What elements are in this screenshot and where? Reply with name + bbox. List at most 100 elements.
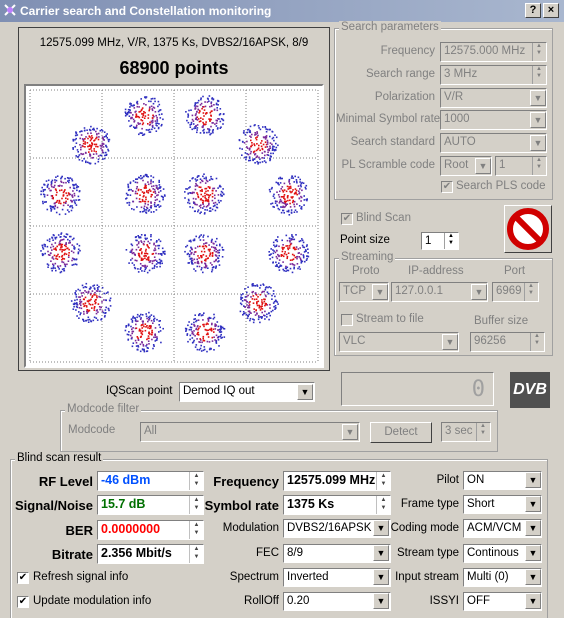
constellation-cluster [268, 234, 310, 274]
blind-scan-result-title: Blind scan result [15, 452, 104, 464]
result-frequency-label: Frequency [213, 474, 279, 489]
scope-info: 12575.099 MHz, V/R, 1375 Ks, DVBS2/16APS… [39, 37, 309, 49]
port-label: Port [504, 265, 526, 277]
constellation-cluster [125, 234, 166, 274]
spectrum-dropdown-icon[interactable]: ▼ [373, 569, 389, 585]
scope-panel: 12575.099 MHz, V/R, 1375 Ks, DVBS2/16APS… [18, 27, 330, 371]
buffer-size-label: Buffer size [474, 315, 529, 327]
constellation-cluster [72, 125, 111, 165]
points-count: 68900 points [119, 58, 229, 78]
constellation-canvas [29, 89, 319, 363]
symbol-rate-value: 1375 Ks [283, 495, 391, 515]
counter-value: 0 [471, 377, 485, 402]
bitrate-value: 2.356 Mbit/s [97, 544, 204, 564]
rolloff-label: RollOff [244, 595, 279, 607]
point-size-label: Point size [340, 234, 390, 246]
modcode-label: Modcode [68, 424, 116, 436]
constellation-cluster [238, 124, 279, 165]
detect-button[interactable]: Detect [370, 422, 432, 443]
ip-dropdown-icon[interactable]: ▼ [471, 284, 487, 300]
app-icon [4, 4, 16, 16]
refresh-signal-label: Refresh signal info [33, 571, 129, 583]
constellation-cluster [239, 283, 279, 324]
spectrum-label: Spectrum [229, 571, 279, 583]
constellation-cluster [70, 282, 112, 323]
search-standard-label: Search standard [350, 136, 435, 148]
frame-type-label: Frame type [400, 498, 459, 510]
constellation-cluster [40, 175, 81, 216]
issyi-label: ISSYI [429, 595, 459, 607]
blind-scan-checkbox[interactable]: ✔ [341, 213, 353, 225]
iq-scan-point-select[interactable]: Demod IQ out [179, 382, 315, 402]
constellation-cluster [124, 311, 164, 353]
point-size-spinner[interactable]: ▲ ▼ [444, 233, 457, 249]
stream-type-dropdown-icon[interactable]: ▼ [525, 545, 541, 561]
search-range-input[interactable]: 3 MHz [440, 65, 547, 85]
ber-spinner[interactable]: ▲ ▼ [189, 521, 203, 539]
stream-to-file-checkbox[interactable] [341, 314, 353, 326]
constellation-cluster [184, 234, 225, 274]
fec-label: FEC [256, 547, 279, 559]
search-standard-dropdown-icon[interactable]: ▼ [530, 135, 546, 151]
ber-label: BER [65, 523, 93, 538]
update-modulation-checkbox[interactable]: ✔ [17, 596, 29, 608]
modcode-select[interactable]: All [140, 422, 360, 442]
blind-scan-label: Blind Scan [356, 212, 411, 224]
result-frequency-spinner[interactable]: ▲ ▼ [376, 472, 390, 490]
search-range-label: Search range [365, 68, 435, 80]
symbol-rate-label: Symbol rate [204, 498, 279, 513]
port-spinner[interactable]: ▲ ▼ [524, 283, 537, 301]
coding-mode-label: Coding mode [390, 522, 459, 534]
constellation-cluster [40, 232, 81, 274]
buffer-size-spinner[interactable]: ▲ ▼ [530, 333, 543, 351]
pl-scramble-spinner[interactable]: ▲ ▼ [532, 157, 545, 175]
pilot-dropdown-icon[interactable]: ▼ [525, 472, 541, 488]
title-bar: Carrier search and Constellation monitor… [0, 0, 564, 22]
refresh-signal-checkbox[interactable]: ✔ [17, 572, 29, 584]
symbol-rate-spinner[interactable]: ▲ ▼ [376, 496, 390, 514]
issyi-dropdown-icon[interactable]: ▼ [525, 593, 541, 609]
constellation-cluster [185, 95, 225, 136]
input-stream-label: Input stream [395, 571, 459, 583]
streaming-title: Streaming [339, 251, 396, 263]
frequency-input[interactable]: 12575.000 MHz [440, 42, 547, 62]
bitrate-spinner[interactable]: ▲ ▼ [189, 545, 203, 563]
rf-level-value: -46 dBm [97, 471, 204, 491]
search-range-spinner[interactable]: ▲ ▼ [532, 66, 545, 84]
player-dropdown-icon[interactable]: ▼ [442, 334, 458, 350]
player-select[interactable]: VLC [339, 332, 459, 352]
signal-noise-value: 15.7 dB [97, 495, 204, 515]
proto-dropdown-icon[interactable]: ▼ [372, 284, 388, 300]
rolloff-dropdown-icon[interactable]: ▼ [373, 593, 389, 609]
modulation-dropdown-icon[interactable]: ▼ [373, 520, 389, 536]
detect-interval-spinner[interactable]: ▲ ▼ [476, 423, 489, 441]
constellation-cluster [184, 312, 226, 353]
help-button[interactable]: ? [525, 3, 541, 18]
rf-level-spinner[interactable]: ▲ ▼ [189, 472, 203, 490]
stop-icon [507, 208, 549, 250]
frame-type-dropdown-icon[interactable]: ▼ [525, 496, 541, 512]
close-button[interactable]: × [543, 3, 559, 18]
frequency-spinner[interactable]: ▲ ▼ [532, 43, 545, 61]
ip-address-label: IP-address [408, 265, 464, 277]
pl-scramble-label: PL Scramble code [341, 159, 435, 171]
polarization-label: Polarization [374, 91, 435, 103]
update-modulation-label: Update modulation info [33, 595, 152, 607]
iq-scan-point-label: IQScan point [106, 385, 173, 397]
min-symbol-rate-dropdown-icon[interactable]: ▼ [530, 112, 546, 128]
modulation-label: Modulation [222, 522, 279, 534]
bitrate-label: Bitrate [51, 547, 93, 562]
modcode-dropdown-icon[interactable]: ▼ [342, 424, 358, 440]
stop-button[interactable] [504, 205, 552, 253]
coding-mode-dropdown-icon[interactable]: ▼ [525, 520, 541, 536]
constellation-cluster [124, 96, 164, 136]
stream-type-label: Stream type [397, 547, 459, 559]
iq-scan-dropdown-icon[interactable]: ▼ [297, 384, 313, 400]
constellation-plot [24, 84, 324, 368]
polarization-dropdown-icon[interactable]: ▼ [530, 90, 546, 106]
pl-scramble-mode-dropdown-icon[interactable]: ▼ [475, 158, 491, 174]
search-pls-label: Search PLS code [456, 180, 546, 192]
fec-dropdown-icon[interactable]: ▼ [373, 545, 389, 561]
input-stream-dropdown-icon[interactable]: ▼ [525, 569, 541, 585]
search-pls-checkbox[interactable]: ✔ [441, 181, 453, 193]
